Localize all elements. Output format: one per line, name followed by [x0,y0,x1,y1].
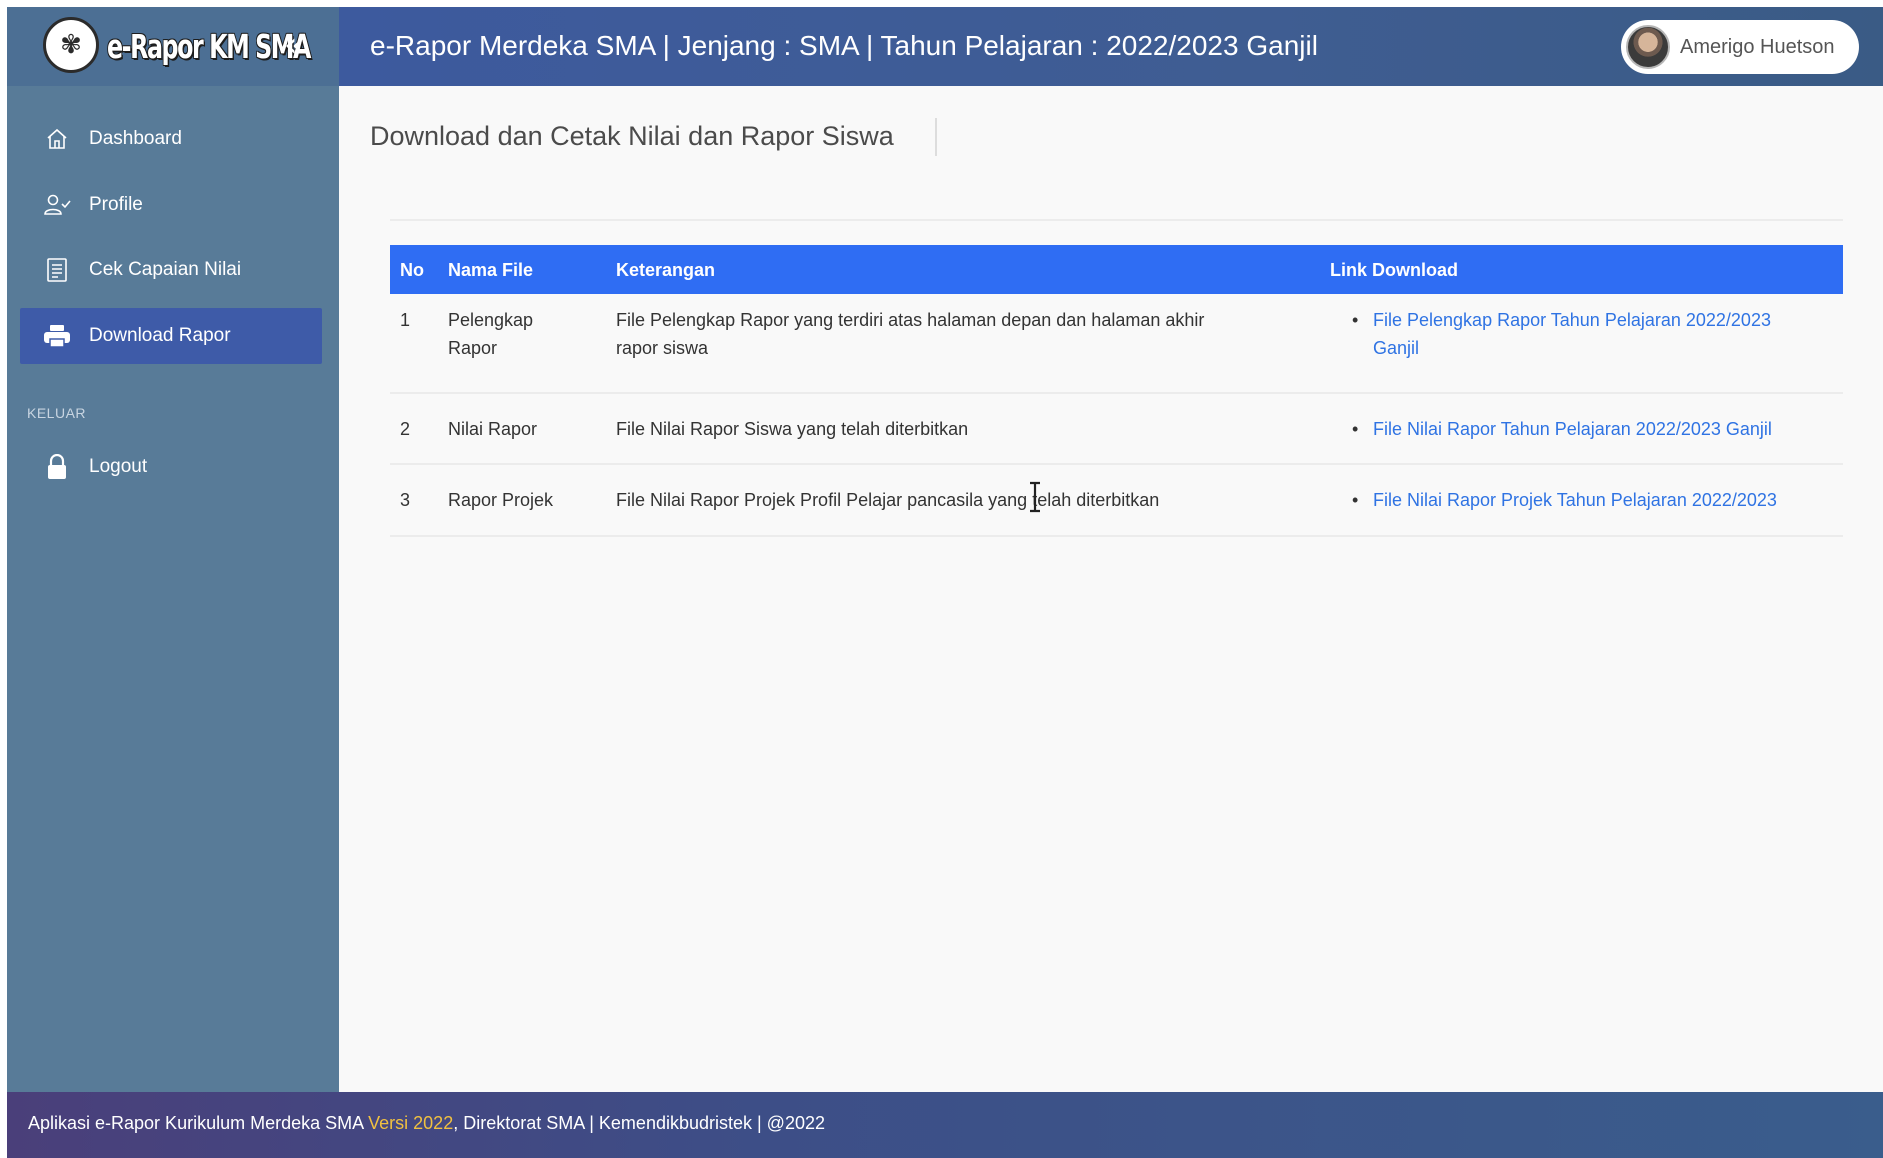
footer-credits: , Direktorat SMA | Kemendikbudristek | @… [453,1113,825,1133]
cell-nama-file: Nilai Rapor [448,419,538,439]
link-text-line: Ganjil [1373,338,1420,358]
app-logo-text: e-Rapor KM SMA [107,27,311,66]
list-bullet: • [1352,310,1359,330]
sidebar-item-logout[interactable]: Logout [20,439,322,495]
sidebar: ✾ e-Rapor KM SMA « Dashboard Profile Cek… [7,7,339,1092]
document-list-icon [40,257,74,283]
sidebar-section-label: KELUAR [27,405,87,421]
column-header-keterangan: Keterangan [616,260,716,280]
main-content: Download dan Cetak Nilai dan Rapor Siswa… [339,86,1883,1092]
cell-nama-file: Pelengkap Rapor [448,306,533,362]
column-header-no: No [400,260,424,280]
download-table: No Nama File Keterangan Link Download 1 … [390,245,1843,537]
user-menu-button[interactable]: Amerigo Huetson [1621,20,1859,74]
cell-nama-file-line: Rapor [448,338,498,358]
app-window: ✾ e-Rapor KM SMA « Dashboard Profile Cek… [7,7,1883,1158]
page-title: Download dan Cetak Nilai dan Rapor Siswa [370,121,894,151]
link-text-line: File Pelengkap Rapor Tahun Pelajaran 202… [1373,310,1771,330]
brand-bar: ✾ e-Rapor KM SMA « [7,7,339,86]
cell-keterangan-line: rapor siswa [616,338,709,358]
list-bullet: • [1352,419,1359,439]
sidebar-item-label: Download Rapor [89,325,231,346]
sidebar-item-label: Dashboard [89,128,182,149]
user-check-icon [40,193,74,217]
footer-app-name: Aplikasi e-Rapor Kurikulum Merdeka SMA [28,1113,369,1133]
cell-no: 2 [400,419,411,439]
cell-nama-file-line: Pelengkap [448,310,534,330]
table-header: No Nama File Keterangan Link Download [390,245,1843,294]
header-title: e-Rapor Merdeka SMA | Jenjang : SMA | Ta… [370,30,1318,61]
cell-keterangan: File Nilai Rapor Projek Profil Pelajar p… [616,490,1160,510]
cell-nama-file: Rapor Projek [448,490,554,510]
sidebar-item-dashboard[interactable]: Dashboard [20,111,322,167]
table-row: 1 Pelengkap Rapor File Pelengkap Rapor y… [390,294,1843,394]
sidebar-item-cek-capaian-nilai[interactable]: Cek Capaian Nilai [20,242,322,298]
cell-keterangan: File Nilai Rapor Siswa yang telah diterb… [616,419,969,439]
double-chevron-left-icon[interactable]: « [284,28,314,62]
download-link-rapor-projek[interactable]: File Nilai Rapor Projek Tahun Pelajaran … [1373,486,1777,514]
cell-no: 3 [400,490,411,510]
download-link-pelengkap-rapor[interactable]: File Pelengkap Rapor Tahun Pelajaran 202… [1373,306,1771,362]
footer-version: Versi 2022 [368,1113,454,1133]
user-name: Amerigo Huetson [1680,35,1835,58]
text-cursor-icon [1030,481,1040,513]
footer: Aplikasi e-Rapor Kurikulum Merdeka SMA V… [7,1092,1883,1158]
sidebar-item-label: Cek Capaian Nilai [89,259,242,280]
cell-no: 1 [400,310,411,330]
list-bullet: • [1352,490,1359,510]
sidebar-item-profile[interactable]: Profile [20,177,322,233]
sidebar-item-label: Profile [89,194,143,215]
printer-icon [40,324,74,348]
column-header-nama-file: Nama File [448,260,534,280]
column-header-link-download: Link Download [1330,260,1458,280]
sidebar-item-label: Logout [89,456,148,477]
table-row: 3 Rapor Projek File Nilai Rapor Projek P… [390,465,1843,537]
download-link-nilai-rapor[interactable]: File Nilai Rapor Tahun Pelajaran 2022/20… [1373,415,1772,443]
sidebar-item-download-rapor[interactable]: Download Rapor [20,308,322,364]
home-icon [40,127,74,151]
tut-wuri-logo-icon: ✾ [43,17,99,73]
top-header: e-Rapor Merdeka SMA | Jenjang : SMA | Ta… [339,7,1883,86]
avatar [1626,25,1670,69]
lock-icon [40,454,74,480]
cell-keterangan-line: File Pelengkap Rapor yang terdiri atas h… [616,310,1205,330]
cell-keterangan: File Pelengkap Rapor yang terdiri atas h… [616,306,1204,362]
title-divider [935,118,937,156]
table-row: 2 Nilai Rapor File Nilai Rapor Siswa yan… [390,394,1843,465]
footer-text: Aplikasi e-Rapor Kurikulum Merdeka SMA V… [28,1113,825,1134]
card-divider [390,219,1843,221]
